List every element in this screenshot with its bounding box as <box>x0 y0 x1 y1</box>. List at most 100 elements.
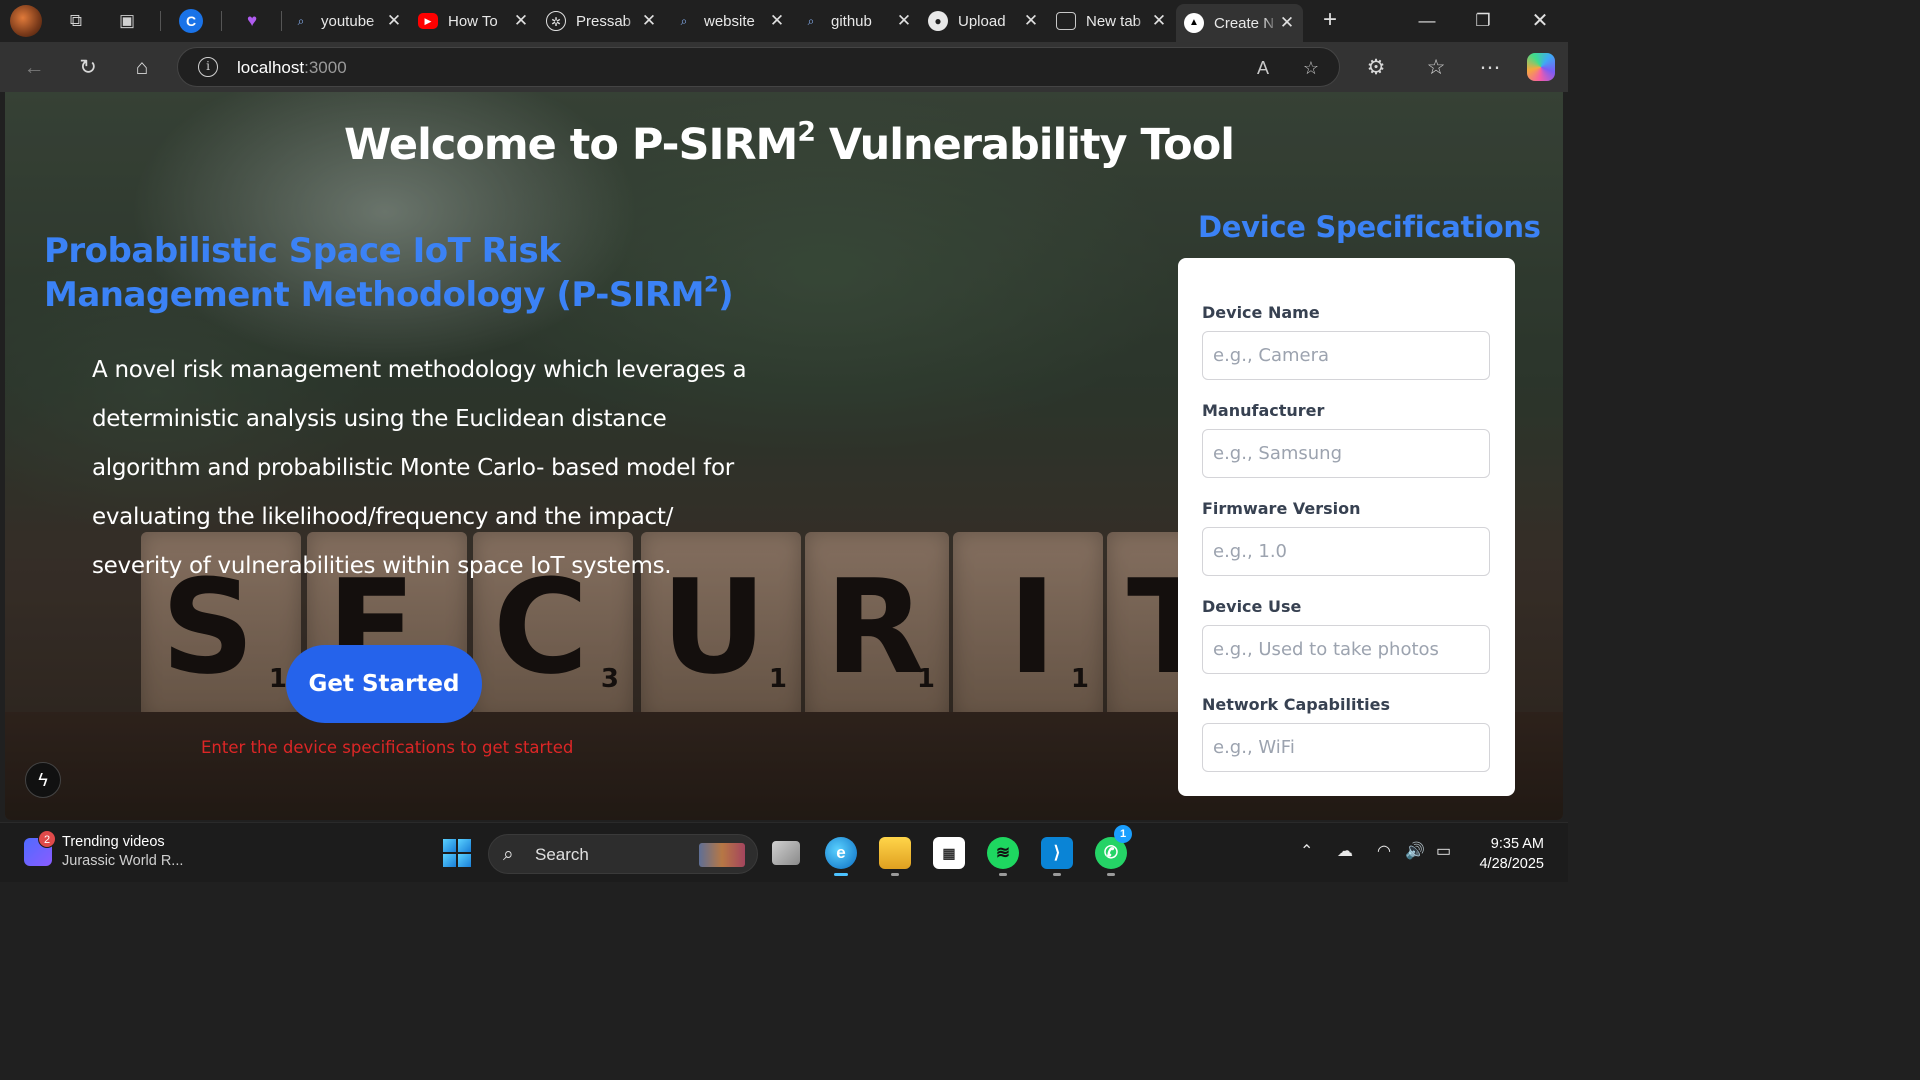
browser-tab-bar: ⧉ ▣ C ♥ ⌕ youtube ✕ ▶ How To ✕ ✲ Pressab… <box>0 0 1568 42</box>
system-clock[interactable]: 9:35 AM 4/28/2025 <box>1479 834 1544 874</box>
pinned-tab-heart-icon[interactable]: ♥ <box>240 9 264 33</box>
device-use-input[interactable] <box>1202 625 1490 674</box>
tab-youtube[interactable]: ⌕ youtube ✕ <box>283 4 410 38</box>
tab-title: youtube <box>321 12 375 30</box>
microsoft-store-icon[interactable]: ▦ <box>933 837 965 869</box>
search-label: Search <box>535 845 589 864</box>
close-tab-icon[interactable]: ✕ <box>1023 11 1039 31</box>
search-icon: ⌕ <box>807 14 815 28</box>
clock-time: 9:35 AM <box>1490 836 1544 852</box>
search-icon: ⌕ <box>297 14 305 28</box>
device-name-input[interactable] <box>1202 331 1490 380</box>
search-highlight-image <box>699 843 745 867</box>
field-label: Firmware Version <box>1202 499 1361 518</box>
start-windows-icon[interactable] <box>443 839 471 867</box>
hint-text: Enter the device specifications to get s… <box>201 738 574 757</box>
vercel-icon: ▲ <box>1184 13 1204 33</box>
tab-title: Upload <box>958 12 1006 30</box>
network-capabilities-input[interactable] <box>1202 723 1490 772</box>
onedrive-icon[interactable]: ☁ <box>1337 841 1353 861</box>
notification-badge: 2 <box>38 830 56 848</box>
pinned-tab-c-icon[interactable]: C <box>179 9 203 33</box>
read-aloud-icon[interactable]: A <box>1252 57 1274 79</box>
new-tab-icon[interactable]: + <box>1315 6 1345 36</box>
github-icon: ● <box>928 11 948 31</box>
copilot-icon[interactable] <box>1527 53 1555 81</box>
address-bar-row: ← ↻ ⌂ i localhost:3000 A ☆ ⚙ ☆ ⋯ <box>0 42 1568 92</box>
tab-title: How To <box>448 12 498 30</box>
url-text[interactable]: localhost:3000 <box>237 58 347 78</box>
file-explorer-icon[interactable] <box>879 837 911 876</box>
device-specifications-form: Device Name Manufacturer Firmware Versio… <box>1178 258 1515 796</box>
widgets-button[interactable]: 2 Trending videos Jurassic World R... <box>24 830 183 871</box>
close-tab-icon[interactable]: ✕ <box>386 11 402 31</box>
close-window-icon[interactable]: ✕ <box>1517 6 1563 36</box>
whatsapp-icon[interactable]: ✆ 1 <box>1095 825 1132 876</box>
show-hidden-icons[interactable]: ⌃ <box>1300 841 1313 861</box>
close-tab-icon[interactable]: ✕ <box>896 11 912 31</box>
workspaces-icon[interactable]: ⧉ <box>64 9 88 33</box>
tab-title: New tab <box>1086 12 1142 30</box>
close-tab-icon[interactable]: ✕ <box>769 11 785 31</box>
spotify-icon[interactable]: ≋ <box>987 837 1019 876</box>
field-label: Device Name <box>1202 303 1320 322</box>
whatsapp-badge: 1 <box>1114 825 1132 843</box>
back-icon[interactable]: ← <box>20 54 48 82</box>
tab-separator <box>281 11 282 31</box>
site-info-icon[interactable]: i <box>198 57 218 77</box>
tab-create-next[interactable]: ▲ Create N ✕ <box>1176 4 1303 42</box>
close-tab-icon[interactable]: ✕ <box>1279 13 1295 33</box>
tab-pressable[interactable]: ✲ Pressab ✕ <box>538 4 665 38</box>
favorite-star-icon[interactable]: ☆ <box>1300 57 1322 79</box>
more-menu-icon[interactable]: ⋯ <box>1476 54 1504 82</box>
network-capabilities-field: Network Capabilities <box>1202 695 1490 772</box>
tab-actions-icon[interactable]: ▣ <box>115 9 139 33</box>
minimize-icon[interactable]: — <box>1404 6 1450 36</box>
taskbar-search[interactable]: ⌕ Search <box>488 834 758 874</box>
refresh-icon[interactable]: ↻ <box>74 54 102 82</box>
url-field[interactable]: i localhost:3000 A ☆ <box>177 47 1340 87</box>
vscode-icon[interactable]: ⟩ <box>1041 837 1073 876</box>
home-icon[interactable]: ⌂ <box>128 54 156 82</box>
tab-separator <box>160 11 161 31</box>
newtab-icon <box>1056 12 1076 30</box>
methodology-description: A novel risk management methodology whic… <box>92 357 747 579</box>
device-specifications-heading: Device Specifications <box>1198 210 1541 244</box>
tab-title: Create N <box>1214 14 1275 32</box>
tab-website[interactable]: ⌕ website ✕ <box>666 4 793 38</box>
wifi-icon[interactable]: ◠ <box>1377 841 1391 861</box>
tab-github-search[interactable]: ⌕ github ✕ <box>793 4 920 38</box>
firmware-version-input[interactable] <box>1202 527 1490 576</box>
windows-taskbar: 2 Trending videos Jurassic World R... ⌕ … <box>0 822 1568 882</box>
edge-browser-icon[interactable]: e <box>825 837 857 876</box>
restore-icon[interactable]: ❐ <box>1460 6 1506 36</box>
widgets-icon: 2 <box>24 830 56 866</box>
search-icon: ⌕ <box>503 844 514 865</box>
firmware-version-field: Firmware Version <box>1202 499 1490 576</box>
page-title: Welcome to P-SIRM2 Vulnerability Tool <box>344 116 1235 170</box>
manufacturer-field: Manufacturer <box>1202 401 1490 478</box>
tab-new-tab[interactable]: New tab ✕ <box>1048 4 1175 38</box>
openai-icon: ✲ <box>546 11 566 31</box>
tab-how-to[interactable]: ▶ How To ✕ <box>410 4 537 38</box>
field-label: Device Use <box>1202 597 1302 616</box>
extensions-icon[interactable]: ⚙ <box>1362 54 1390 82</box>
close-tab-icon[interactable]: ✕ <box>1151 11 1167 31</box>
tab-title: Pressab <box>576 12 632 30</box>
close-tab-icon[interactable]: ✕ <box>641 11 657 31</box>
favorites-icon[interactable]: ☆ <box>1422 54 1450 82</box>
battery-icon[interactable]: ▭ <box>1436 841 1451 861</box>
field-label: Network Capabilities <box>1202 695 1390 714</box>
task-view-icon[interactable] <box>772 841 800 865</box>
tab-upload[interactable]: ● Upload ✕ <box>920 4 1047 38</box>
tab-title: website <box>704 12 755 30</box>
search-icon: ⌕ <box>680 14 688 28</box>
volume-icon[interactable]: 🔊 <box>1405 841 1425 861</box>
close-tab-icon[interactable]: ✕ <box>513 11 529 31</box>
page-viewport: S1 E C3 U1 R1 I1 T Welcome to P-SIRM2 Vu… <box>5 92 1563 820</box>
lightning-icon[interactable]: ϟ <box>25 762 61 798</box>
profile-avatar[interactable] <box>10 5 42 37</box>
clock-date: 4/28/2025 <box>1479 856 1544 872</box>
manufacturer-input[interactable] <box>1202 429 1490 478</box>
get-started-button[interactable]: Get Started <box>286 645 482 723</box>
